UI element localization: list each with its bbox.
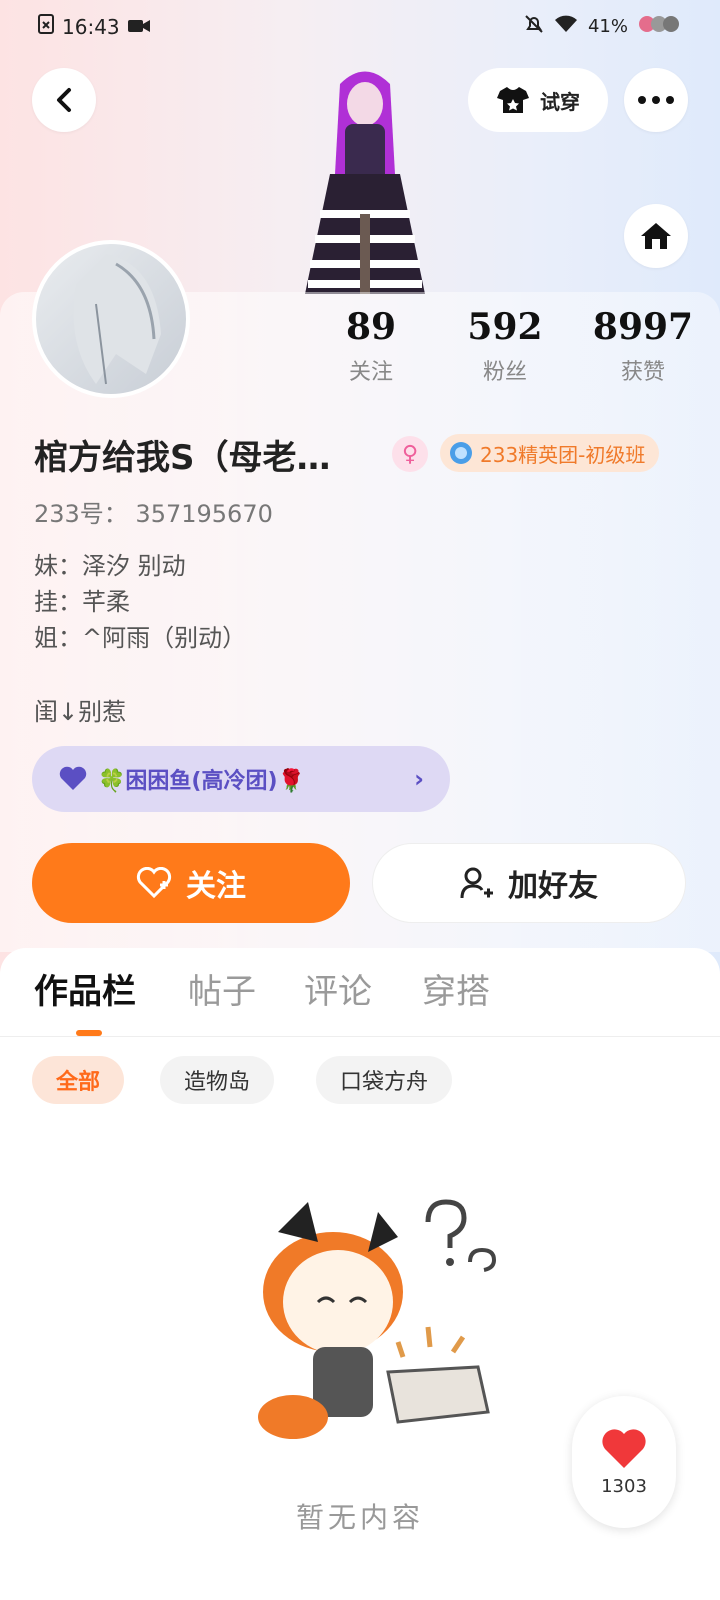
stat-value: 592: [467, 306, 543, 348]
tab-comments[interactable]: 评论: [304, 964, 372, 1013]
stat-following[interactable]: 89 关注: [316, 306, 426, 386]
group-label: 🍀困困鱼(高冷团)🌹: [98, 769, 305, 794]
status-time: 16:43: [62, 14, 120, 39]
video-icon: [127, 15, 150, 39]
more-button[interactable]: [624, 68, 688, 132]
bio-line: 挂：芊柔: [34, 588, 130, 616]
back-button[interactable]: [32, 68, 96, 132]
female-icon: ♀: [392, 436, 428, 472]
stat-label: 获赞: [620, 360, 665, 385]
tab-posts[interactable]: 帖子: [188, 964, 256, 1013]
heart-icon: [59, 766, 87, 790]
group-pill[interactable]: 🍀困困鱼(高冷团)🌹 ›: [32, 746, 450, 812]
follow-label: 关注: [186, 869, 246, 904]
status-bar: 16:43 41%: [38, 14, 680, 44]
stat-value: 89: [345, 306, 397, 348]
stat-value: 8997: [592, 306, 694, 348]
tshirt-icon: [497, 87, 529, 113]
avatar-3d-figure[interactable]: [300, 64, 430, 294]
filter-chip-island[interactable]: 造物岛: [160, 1056, 275, 1104]
heart-icon: [602, 1428, 646, 1468]
filter-chip-all[interactable]: 全部: [32, 1056, 125, 1104]
add-user-icon: [460, 867, 493, 899]
wifi-icon: [554, 15, 578, 38]
bio-line: 妹：泽汐 别动: [34, 552, 186, 580]
try-on-button[interactable]: 试穿: [468, 68, 608, 132]
follow-button[interactable]: 关注: [32, 843, 350, 923]
more-dots-icon: [638, 96, 674, 104]
bio-line: 姐：^阿雨（别动）: [34, 624, 247, 652]
sim-icon: [38, 14, 54, 39]
stat-likes[interactable]: 8997 获赞: [588, 306, 698, 386]
chevron-right-icon: ›: [414, 765, 424, 793]
battery-text: 41%: [587, 16, 628, 37]
home-button[interactable]: [624, 204, 688, 268]
profile-avatar[interactable]: [32, 240, 190, 398]
stat-label: 关注: [348, 360, 393, 385]
tab-outfits[interactable]: 穿搭: [422, 964, 490, 1013]
add-friend-button[interactable]: 加好友: [372, 843, 686, 923]
stat-fans[interactable]: 592 粉丝: [450, 306, 560, 386]
level-badge-label: 233精英团-初级班: [480, 442, 646, 467]
filter-chip-ark[interactable]: 口袋方舟: [316, 1056, 453, 1104]
add-friend-label: 加好友: [508, 869, 598, 904]
home-icon: [641, 223, 671, 249]
app-badges-icon: [638, 15, 680, 38]
chevron-left-icon: [57, 88, 71, 112]
divider: [0, 1036, 720, 1037]
medal-icon: [450, 442, 472, 464]
user-id[interactable]: 233号： 357195670: [34, 494, 273, 529]
like-count: 1303: [601, 1475, 647, 1497]
mute-bell-icon: [524, 14, 544, 39]
heart-plus-icon: [136, 867, 172, 899]
profile-name: 棺方给我S（母老…: [34, 438, 331, 478]
like-fab[interactable]: 1303: [572, 1396, 676, 1528]
stat-label: 粉丝: [482, 360, 527, 385]
try-on-label: 试穿: [540, 89, 580, 114]
empty-state-illustration: [258, 1199, 497, 1439]
level-badge[interactable]: 233精英团-初级班: [440, 434, 660, 472]
tab-works[interactable]: 作品栏: [34, 964, 136, 1013]
bio-line: 闺↓别惹: [34, 698, 127, 726]
